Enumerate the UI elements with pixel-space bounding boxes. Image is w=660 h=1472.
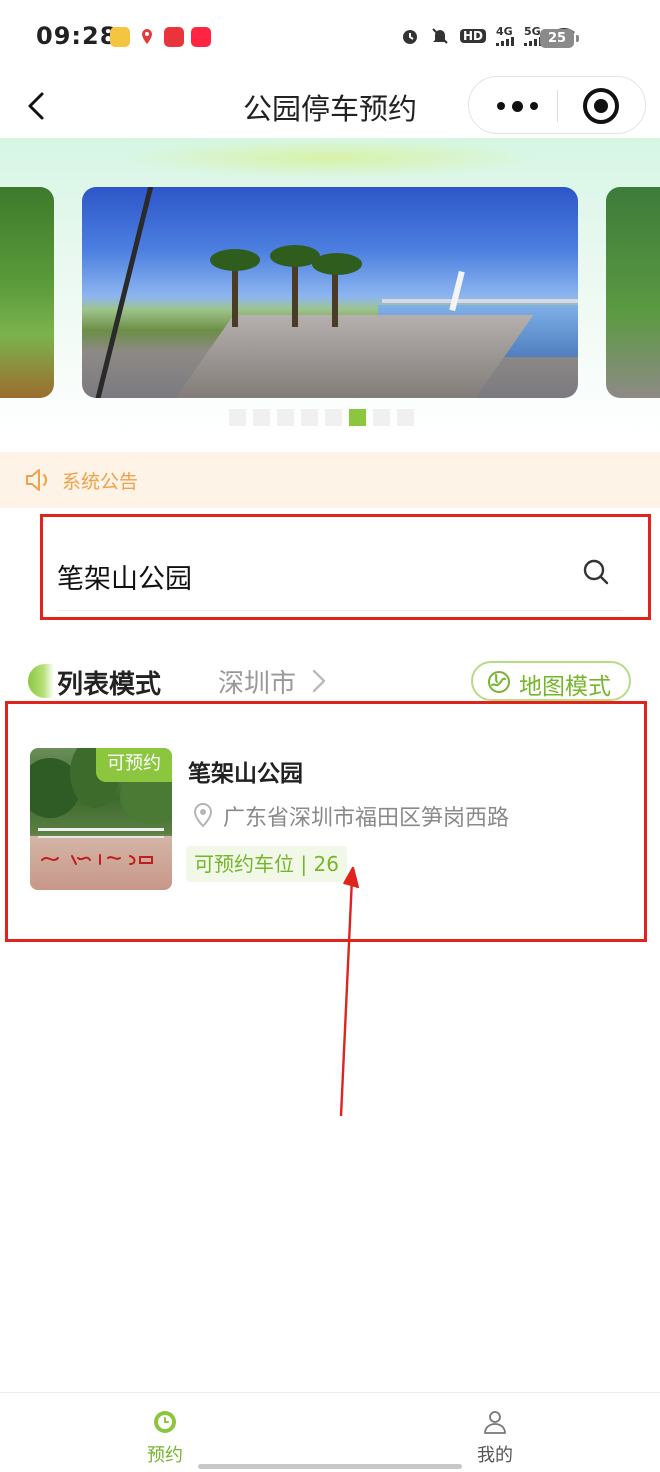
nav-bar: 公园停车预约 [0,76,660,138]
status-time: 09:28 [36,22,118,50]
slide-palm-frond [210,249,260,271]
annotation-arrow [339,866,360,1117]
slide-palm-frond [312,253,362,275]
tag-separator: | [300,852,314,876]
carousel-slide-next[interactable] [606,187,660,398]
carousel-dot[interactable] [253,409,270,426]
network-4g-label: 4G [496,25,513,38]
city-label: 深圳市 [218,668,297,699]
carousel-dot[interactable] [397,409,414,426]
battery-icon: 25 [540,29,579,48]
signal-4g: 4G [496,26,514,46]
search-input[interactable]: 笔架山公园 [57,547,623,611]
map-icon [488,671,510,693]
thumb-railing [38,828,164,838]
weibo-app-icon [110,27,130,47]
location-app-icon [137,27,157,47]
hd-indicator: HD [459,29,486,43]
home-indicator[interactable] [198,1464,462,1469]
miniprogram-capsule [468,76,646,134]
app-icon-red [164,27,184,47]
slide-lamp [94,187,155,398]
location-pin-icon [193,802,213,828]
search-icon[interactable] [581,557,611,587]
chevron-right-icon [312,669,326,693]
map-mode-label: 地图模式 [519,674,611,700]
bookable-badge: 可预约 [96,748,172,782]
city-selector[interactable]: 深圳市 [218,664,328,699]
search-input-value: 笔架山公园 [57,564,192,595]
speaker-icon [26,469,48,491]
carousel-dot[interactable] [229,409,246,426]
tab-list-mode[interactable]: 列表模式 [57,664,161,701]
list-mode-indicator [28,664,54,698]
map-mode-button[interactable]: 地图模式 [471,661,631,701]
available-spaces-tag: 可预约车位 | 26 [186,846,347,882]
search-highlight-box: 笔架山公园 [40,514,651,620]
slide-bridge [382,299,578,303]
tab-reserve[interactable]: 预约 [105,1393,225,1472]
carousel-dot[interactable] [301,409,318,426]
alarm-icon [402,30,417,44]
clock-icon [154,1411,176,1433]
signal-bars-icon [496,37,514,46]
carousel-dot[interactable] [373,409,390,426]
park-sign-carving [41,854,153,865]
park-address: 广东省深圳市福田区笋岗西路 [223,806,510,831]
park-thumbnail: 可预约 [30,748,172,890]
tab-mine[interactable]: 我的 [435,1393,555,1472]
carousel-indicator [229,409,414,426]
carousel-slide-current[interactable] [82,187,578,398]
result-highlight-box: 可预约 笔架山公园 广东省深圳市福田区笋岗西路 可预约车位 | 26 [5,701,647,942]
slide-walkway [170,315,534,398]
close-miniprogram-button[interactable] [583,88,619,124]
slide-palm [292,257,298,327]
more-button[interactable] [487,85,547,127]
system-notice-bar[interactable]: 系统公告 [0,452,660,508]
status-bar: 09:28 HD 4G 5G 25 [0,0,660,76]
user-icon [484,1411,506,1434]
notice-label: 系统公告 [62,471,139,493]
available-spaces-label: 可预约车位 [194,852,294,876]
carousel-dot-active[interactable] [349,409,366,426]
mute-bell-icon [432,28,448,44]
carousel-dot[interactable] [277,409,294,426]
park-name: 笔架山公园 [188,761,303,787]
xiaohongshu-app-icon [191,27,211,47]
carousel-slide-prev[interactable] [0,187,54,398]
capsule-divider [557,90,558,122]
carousel-dot[interactable] [325,409,342,426]
network-5g-label: 5G [524,25,541,38]
bottom-tab-bar: 预约 我的 [0,1392,660,1472]
